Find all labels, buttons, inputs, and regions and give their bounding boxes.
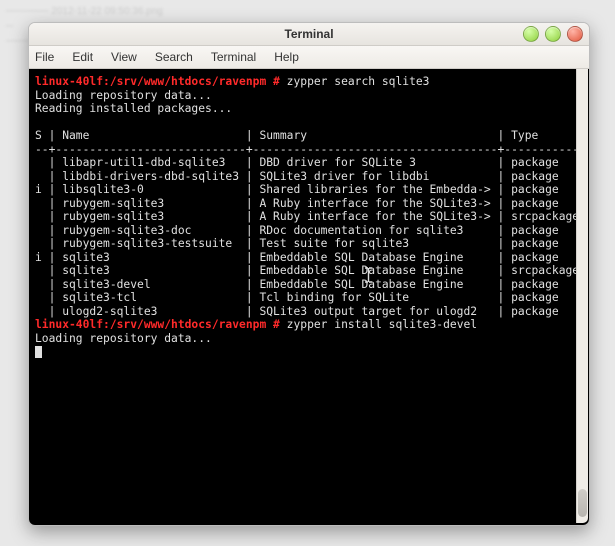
table-row: | rubygem-sqlite3-testsuite | Test suite… bbox=[35, 237, 583, 251]
table-row: | rubygem-sqlite3 | A Ruby interface for… bbox=[35, 197, 583, 211]
menu-edit[interactable]: Edit bbox=[72, 50, 93, 64]
terminal-window: Terminal File Edit View Search Terminal … bbox=[28, 22, 590, 526]
menu-file[interactable]: File bbox=[35, 50, 54, 64]
table-row: | ulogd2-sqlite3 | SQLite3 output target… bbox=[35, 305, 583, 319]
maximize-button[interactable] bbox=[545, 26, 561, 42]
cursor-line bbox=[35, 345, 583, 359]
block-cursor-icon bbox=[35, 346, 42, 358]
bg-line: ────── 2012-11-22 09:50:36.png bbox=[6, 4, 615, 19]
table-row: | sqlite3 | Embeddable SQL Database Engi… bbox=[35, 264, 583, 278]
titlebar[interactable]: Terminal bbox=[29, 23, 589, 46]
window-controls bbox=[523, 26, 583, 42]
prompt-line: linux-40lf:/srv/www/htdocs/ravenpm # zyp… bbox=[35, 318, 583, 332]
output-line: Loading repository data... bbox=[35, 332, 583, 346]
prompt-command: zypper install sqlite3-devel bbox=[280, 318, 477, 331]
prompt-line: linux-40lf:/srv/www/htdocs/ravenpm # zyp… bbox=[35, 75, 583, 89]
table-row: | libapr-util1-dbd-sqlite3 | DBD driver … bbox=[35, 156, 583, 170]
table-row: | libdbi-drivers-dbd-sqlite3 | SQLite3 d… bbox=[35, 170, 583, 184]
table-row: | sqlite3-devel | Embeddable SQL Databas… bbox=[35, 278, 583, 292]
minimize-button[interactable] bbox=[523, 26, 539, 42]
menu-help[interactable]: Help bbox=[274, 50, 299, 64]
menubar: File Edit View Search Terminal Help bbox=[29, 46, 589, 69]
menu-view[interactable]: View bbox=[111, 50, 137, 64]
table-separator: --+----------------------------+--------… bbox=[35, 143, 583, 157]
table-row: i | sqlite3 | Embeddable SQL Database En… bbox=[35, 251, 583, 265]
prompt-prefix: linux-40lf:/srv/www/htdocs/ravenpm # bbox=[35, 75, 280, 88]
table-header: S | Name | Summary | Type bbox=[35, 129, 583, 143]
prompt-prefix: linux-40lf:/srv/www/htdocs/ravenpm # bbox=[35, 318, 280, 331]
menu-search[interactable]: Search bbox=[155, 50, 193, 64]
blank-line bbox=[35, 116, 583, 130]
scrollbar[interactable] bbox=[576, 69, 588, 523]
output-line: Reading installed packages... bbox=[35, 102, 583, 116]
scrollbar-thumb[interactable] bbox=[578, 489, 587, 517]
prompt-command: zypper search sqlite3 bbox=[280, 75, 430, 88]
window-title: Terminal bbox=[284, 27, 333, 41]
table-row: | rubygem-sqlite3 | A Ruby interface for… bbox=[35, 210, 583, 224]
table-row: | sqlite3-tcl | Tcl binding for SQLite |… bbox=[35, 291, 583, 305]
terminal-output[interactable]: linux-40lf:/srv/www/htdocs/ravenpm # zyp… bbox=[29, 69, 589, 525]
table-row: | rubygem-sqlite3-doc | RDoc documentati… bbox=[35, 224, 583, 238]
output-line: Loading repository data... bbox=[35, 89, 583, 103]
table-row: i | libsqlite3-0 | Shared libraries for … bbox=[35, 183, 583, 197]
menu-terminal[interactable]: Terminal bbox=[211, 50, 256, 64]
close-button[interactable] bbox=[567, 26, 583, 42]
